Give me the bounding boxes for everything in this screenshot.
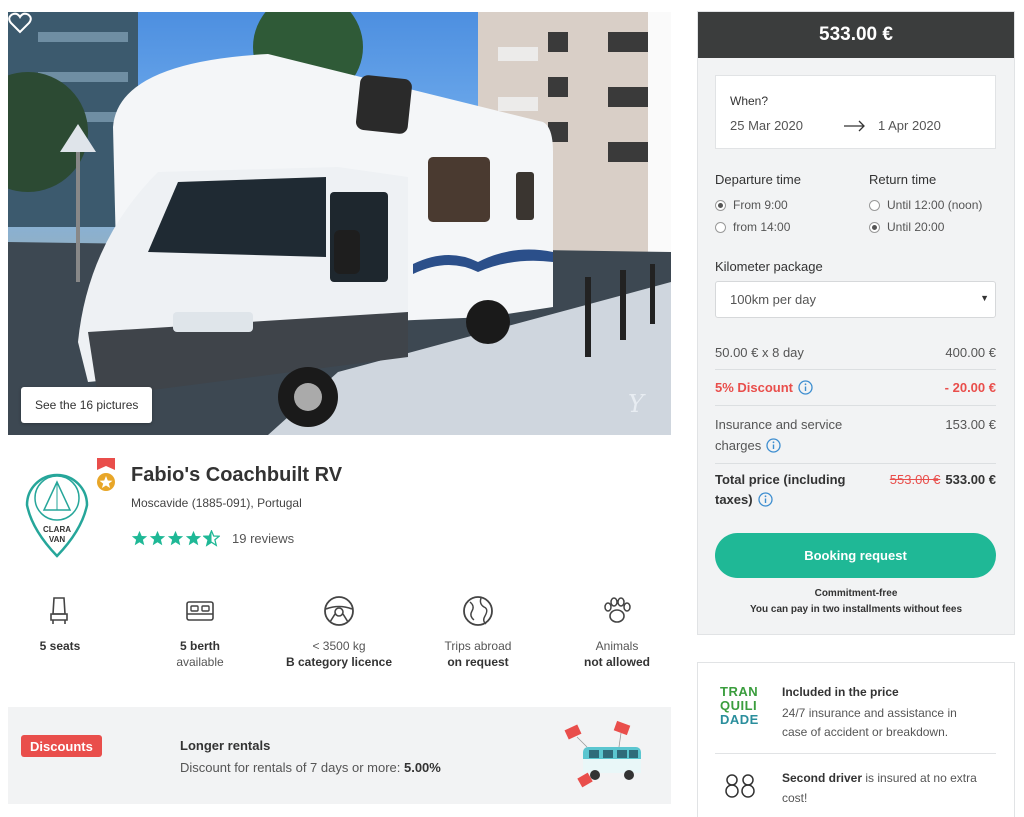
second-driver-text: Second driver is insured at no extra cos… bbox=[782, 771, 977, 805]
departure-option-14[interactable]: from 14:00 bbox=[715, 220, 790, 234]
paw-icon bbox=[604, 597, 631, 623]
star-icon bbox=[131, 530, 148, 546]
total-label-2: taxes) bbox=[715, 492, 753, 507]
feature-berth-text: 5 berth bbox=[179, 639, 220, 653]
feature-licence-text: < 3500 kg bbox=[312, 639, 366, 653]
km-package-select[interactable]: 100km per day ▼ bbox=[715, 281, 996, 318]
vehicle-location: Moscavide (1885-091), Portugal bbox=[131, 496, 302, 510]
total-old-price: 553.00 € bbox=[889, 472, 941, 487]
base-price-label: 50.00 € x 8 day bbox=[715, 345, 804, 360]
discount-title: Longer rentals bbox=[180, 738, 271, 753]
tranquilidade-logo: TRAN QUILI DADE bbox=[720, 684, 759, 727]
insurance-value: 153.00 € bbox=[945, 417, 996, 432]
half-star-icon bbox=[203, 530, 220, 547]
badge-icon bbox=[97, 458, 115, 491]
feature-licence-subtext: B category licence bbox=[285, 655, 393, 669]
steering-wheel-icon bbox=[324, 596, 354, 626]
divider bbox=[715, 405, 996, 406]
discounts-tag: Discounts bbox=[21, 735, 102, 757]
divider bbox=[715, 369, 996, 370]
owner-logo[interactable]: CLARA VAN bbox=[22, 460, 92, 560]
installments-text: You can pay in two installments without … bbox=[749, 604, 963, 615]
included-title: Included in the price bbox=[782, 685, 899, 699]
start-date[interactable]: 25 Mar 2020 bbox=[730, 118, 803, 133]
insurance-label: Insurance and service bbox=[715, 417, 843, 432]
divider bbox=[715, 753, 996, 754]
info-icon[interactable] bbox=[757, 492, 773, 507]
return-title: Return time bbox=[869, 172, 937, 187]
discount-label: 5% Discount bbox=[715, 380, 794, 395]
insurance-line: Insurance and service charges 153.00 € bbox=[715, 414, 996, 456]
seat-icon bbox=[50, 597, 68, 624]
return-option-label: Until 12:00 (noon) bbox=[887, 198, 983, 212]
km-package-value: 100km per day bbox=[730, 292, 816, 307]
see-pictures-button[interactable]: See the 16 pictures bbox=[21, 387, 153, 423]
discount-amount: - 20.00 € bbox=[944, 380, 996, 395]
departure-title: Departure time bbox=[715, 172, 801, 187]
commitment-text: Commitment-free bbox=[814, 588, 898, 599]
return-option-label: Until 20:00 bbox=[887, 220, 945, 234]
base-price-value: 400.00 € bbox=[945, 345, 996, 360]
info-icon[interactable] bbox=[798, 380, 813, 395]
feature-berth: 5 berth available bbox=[140, 594, 260, 670]
insurance-label-2: charges bbox=[715, 438, 762, 453]
feature-seats-text: 5 seats bbox=[39, 639, 81, 653]
heart-icon[interactable] bbox=[8, 12, 32, 34]
date-picker[interactable]: When? 25 Mar 2020 1 Apr 2020 bbox=[715, 75, 996, 149]
van-illustration bbox=[564, 720, 641, 788]
total-line: Total price (including taxes) 553.00 € 533… bbox=[715, 470, 996, 510]
radio-button[interactable] bbox=[715, 199, 726, 211]
photo-watermark: Y bbox=[628, 390, 646, 418]
feature-animals-subtext: not allowed bbox=[584, 655, 650, 669]
feature-licence: < 3500 kg B category licence bbox=[279, 594, 399, 670]
km-package-label: Kilometer package bbox=[715, 259, 823, 274]
feature-berth-subtext: available bbox=[176, 655, 224, 669]
base-price-line: 50.00 € x 8 day 400.00 € bbox=[715, 345, 996, 360]
discount-text: Discount for rentals of 7 days or more: … bbox=[180, 760, 441, 775]
feature-trips-subtext: on request bbox=[447, 655, 509, 669]
when-label: When? bbox=[730, 94, 769, 108]
rating[interactable]: 19 reviews bbox=[131, 530, 294, 547]
dropdown-caret-icon: ▼ bbox=[980, 293, 989, 303]
radio-button[interactable] bbox=[715, 221, 726, 233]
discount-value: 5.00% bbox=[403, 760, 441, 775]
arrow-right-icon bbox=[844, 120, 865, 132]
star-icon bbox=[167, 530, 184, 546]
header-price: 533.00 € bbox=[698, 12, 1014, 58]
info-icon[interactable] bbox=[766, 438, 781, 453]
booking-request-button[interactable]: Booking request bbox=[715, 533, 996, 578]
star-icon bbox=[149, 530, 166, 546]
departure-option-label: from 14:00 bbox=[733, 220, 791, 234]
feature-trips-text: Trips abroad bbox=[444, 639, 512, 653]
return-option-noon[interactable]: Until 12:00 (noon) bbox=[869, 198, 982, 212]
total-label: Total price (including bbox=[715, 472, 846, 487]
radio-button[interactable] bbox=[869, 221, 880, 233]
feature-seats: 5 seats bbox=[0, 594, 120, 654]
bed-icon bbox=[186, 601, 214, 621]
motorhome-photo: Y bbox=[8, 12, 671, 435]
discounts-panel: Discounts Longer rentals Discount for re… bbox=[8, 707, 671, 804]
total-price: 533.00 € bbox=[945, 472, 996, 487]
divider bbox=[715, 463, 996, 464]
booking-card: 533.00 € When? 25 Mar 2020 1 Apr 2020 De… bbox=[697, 11, 1015, 635]
feature-animals: Animals not allowed bbox=[557, 594, 677, 670]
included-text: 24/7 insurance and assistance in case of… bbox=[782, 706, 957, 739]
vehicle-photo[interactable]: Y See the 16 pictures bbox=[8, 12, 671, 435]
star-icon bbox=[185, 530, 202, 546]
second-driver-icon bbox=[725, 774, 755, 798]
vehicle-title: Fabio's Coachbuilt RV bbox=[131, 464, 343, 486]
departure-option-9[interactable]: From 9:00 bbox=[715, 198, 788, 212]
return-option-20[interactable]: Until 20:00 bbox=[869, 220, 944, 234]
feature-animals-text: Animals bbox=[595, 639, 639, 653]
radio-button[interactable] bbox=[869, 199, 880, 211]
reviews-count[interactable]: 19 reviews bbox=[232, 531, 294, 546]
globe-icon bbox=[463, 596, 493, 626]
discount-line: 5% Discount - 20.00 € bbox=[715, 380, 996, 395]
included-panel: TRAN QUILI DADE Included in the price 24… bbox=[697, 662, 1015, 817]
departure-option-label: From 9:00 bbox=[733, 198, 788, 212]
svg-text:CLARA: CLARA bbox=[43, 525, 71, 534]
svg-text:VAN: VAN bbox=[49, 535, 66, 544]
end-date[interactable]: 1 Apr 2020 bbox=[878, 118, 941, 133]
feature-trips-abroad: Trips abroad on request bbox=[418, 594, 538, 670]
